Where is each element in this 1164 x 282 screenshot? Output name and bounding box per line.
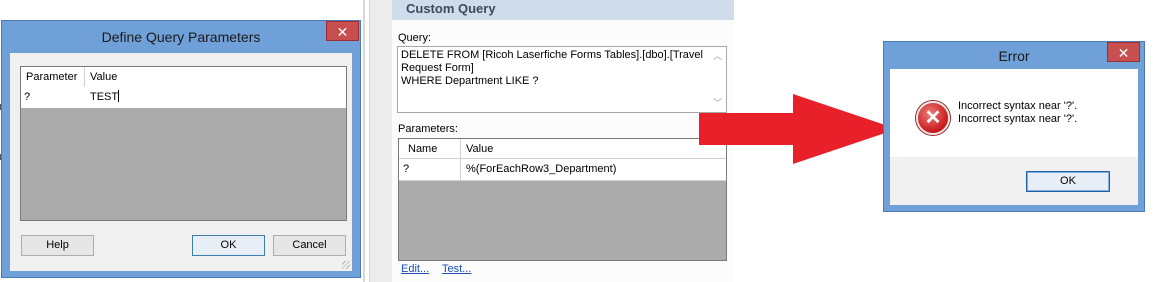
grid-header: Parameter Value (21, 67, 346, 88)
query-textarea[interactable]: DELETE FROM [Ricoh Laserfiche Forms Tabl… (397, 46, 727, 113)
column-header-value[interactable]: Value (461, 139, 726, 158)
close-button[interactable]: ✕ (1107, 42, 1140, 62)
text-caret (118, 90, 120, 102)
table-row[interactable]: ? TEST (21, 87, 346, 108)
message-line: Incorrect syntax near '?'. (958, 100, 1078, 112)
grid-header: Name Value (399, 139, 726, 159)
custom-query-panel: Custom Query Query: DELETE FROM [Ricoh L… (392, 0, 734, 282)
divider (363, 0, 365, 282)
parameter-cell: ? (24, 91, 31, 103)
resize-grip[interactable] (342, 261, 350, 269)
value-cell-editing[interactable]: TEST (85, 87, 346, 108)
ok-button[interactable]: OK (1026, 171, 1110, 192)
error-dialog: Error ✕ ✕ Incorrect syntax near '?'. Inc… (883, 41, 1145, 212)
query-line: DELETE FROM [Ricoh Laserfiche Forms Tabl… (401, 49, 703, 61)
define-query-parameters-dialog: Define Query Parameters ✕ Parameter Valu… (1, 20, 361, 278)
panel-header: Custom Query (392, 0, 734, 20)
column-header-name[interactable]: Name (399, 139, 461, 158)
query-line: WHERE Department LIKE ? (401, 75, 539, 87)
parameters-label: Parameters: (398, 123, 458, 135)
edit-link[interactable]: Edit... (401, 263, 429, 275)
column-header-parameter[interactable]: Parameter (21, 67, 85, 87)
cancel-button[interactable]: Cancel (273, 235, 346, 256)
error-message: Incorrect syntax near '?'. Incorrect syn… (958, 100, 1077, 126)
help-button[interactable]: Help (21, 235, 94, 256)
close-icon: ✕ (336, 24, 349, 40)
column-header-value[interactable]: Value (85, 67, 346, 87)
dialog-client-area: ✕ Incorrect syntax near '?'. Incorrect s… (890, 69, 1138, 205)
dialog-title: Error (998, 48, 1030, 64)
query-line: Request Form] (401, 62, 474, 74)
close-button[interactable]: ✕ (326, 21, 359, 41)
dialog-client-area: Parameter Value ? TEST Help OK Cancel (10, 53, 352, 271)
close-icon: ✕ (1117, 45, 1130, 61)
parameters-grid: Parameter Value ? TEST (20, 66, 347, 221)
parameters-grid: Name Value ? %(ForEachRow3_Department) (398, 138, 727, 261)
name-cell: ? (399, 159, 461, 180)
ok-button[interactable]: OK (192, 235, 265, 256)
value-text: TEST (90, 91, 119, 103)
test-link[interactable]: Test... (442, 263, 471, 275)
value-cell: %(ForEachRow3_Department) (466, 163, 617, 175)
error-icon: ✕ (916, 101, 950, 135)
red-arrow-icon (699, 94, 897, 164)
scroll-up-icon[interactable]: ︿ (713, 50, 722, 63)
table-row[interactable]: ? %(ForEachRow3_Department) (399, 159, 726, 181)
message-line: Incorrect syntax near '?'. (958, 113, 1078, 125)
splitter[interactable] (369, 0, 392, 282)
dialog-footer: OK (890, 157, 1138, 205)
query-label: Query: (398, 32, 432, 44)
dialog-title: Define Query Parameters (101, 29, 261, 45)
